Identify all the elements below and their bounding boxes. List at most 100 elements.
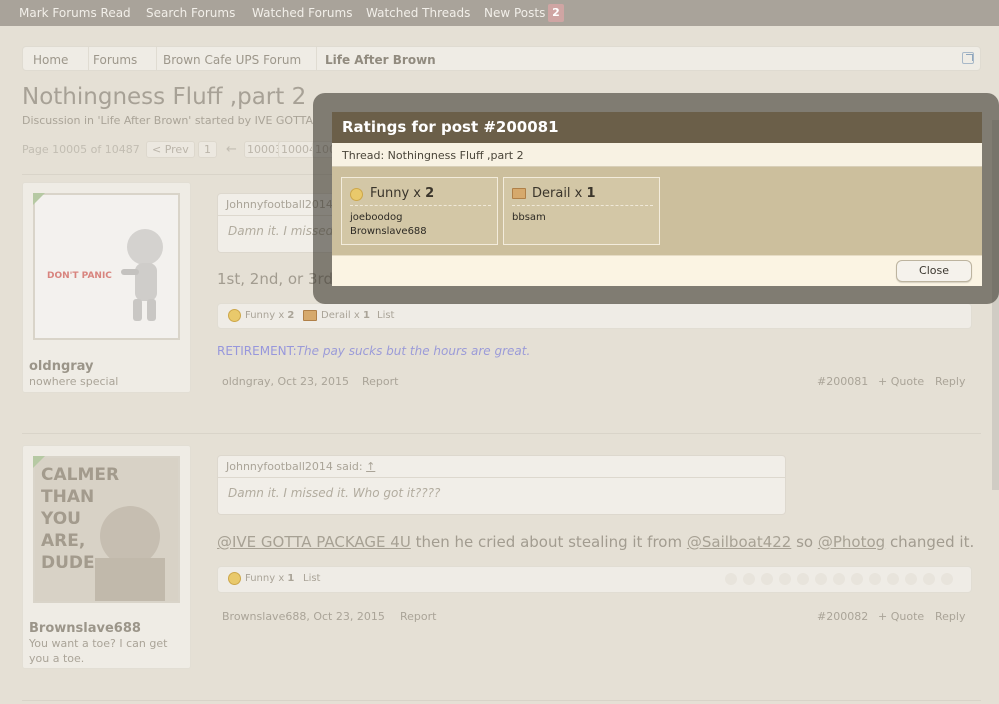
left-arrow-icon[interactable]: ← bbox=[226, 142, 237, 157]
report-link[interactable]: Report bbox=[400, 610, 436, 623]
rate-icon[interactable] bbox=[761, 573, 773, 585]
signature-text: The pay sucks but the hours are great. bbox=[296, 344, 531, 358]
rater-username[interactable]: joeboodog bbox=[350, 212, 402, 223]
post-number-link[interactable]: #200082 bbox=[817, 610, 868, 623]
rating-funny[interactable]: Funny x 1 bbox=[245, 573, 294, 584]
rate-icon[interactable] bbox=[941, 573, 953, 585]
rater-username[interactable]: Brownslave688 bbox=[350, 226, 427, 237]
watched-threads-link[interactable]: Watched Threads bbox=[366, 6, 470, 20]
quote-link[interactable]: + Quote bbox=[878, 375, 924, 388]
funny-icon bbox=[350, 188, 363, 201]
thread-subtitle: Discussion in 'Life After Brown' started… bbox=[22, 114, 313, 127]
rating-funny[interactable]: Funny x 2 bbox=[245, 310, 294, 321]
derail-icon bbox=[512, 188, 526, 199]
prev-page-button[interactable]: < Prev bbox=[146, 141, 195, 158]
quote-link[interactable]: + Quote bbox=[878, 610, 924, 623]
page-1-button[interactable]: 1 bbox=[198, 141, 217, 158]
breadcrumb-separator bbox=[79, 47, 89, 70]
mention-ive-gotta-package[interactable]: @IVE GOTTA PACKAGE 4U bbox=[217, 533, 411, 551]
page-title: Nothingness Fluff ,part 2 bbox=[22, 84, 307, 110]
rate-icon[interactable] bbox=[851, 573, 863, 585]
rate-icon[interactable] bbox=[725, 573, 737, 585]
rate-icon[interactable] bbox=[923, 573, 935, 585]
breadcrumb: Home Forums Brown Cafe UPS Forum Life Af… bbox=[22, 46, 981, 71]
funny-icon[interactable] bbox=[228, 572, 241, 585]
username[interactable]: oldngray bbox=[29, 359, 94, 374]
user-title: You want a toe? I can get you a toe. bbox=[29, 637, 168, 665]
calmer-than-you-avatar-image: CALMER THAN YOU ARE, DUDE bbox=[35, 458, 178, 601]
rate-icon[interactable] bbox=[905, 573, 917, 585]
new-posts-link[interactable]: New Posts bbox=[484, 6, 545, 20]
rate-icon[interactable] bbox=[743, 573, 755, 585]
mention-photog[interactable]: @Photog bbox=[818, 533, 885, 551]
rate-icon[interactable] bbox=[887, 573, 899, 585]
ratings-list-link[interactable]: List bbox=[377, 310, 394, 321]
avatar[interactable]: DON'T PANIC bbox=[33, 193, 180, 340]
svg-text:CALMER: CALMER bbox=[41, 465, 119, 485]
mention-sailboat422[interactable]: @Sailboat422 bbox=[687, 533, 791, 551]
page-label: Page 10005 of 10487 bbox=[22, 143, 140, 156]
svg-text:YOU: YOU bbox=[40, 509, 81, 529]
rating-card-derail: Derail x 1 bbsam bbox=[503, 177, 660, 245]
divider bbox=[22, 700, 981, 701]
breadcrumb-life-after-brown[interactable]: Life After Brown bbox=[325, 53, 436, 67]
post-author-date[interactable]: oldngray, Oct 23, 2015 bbox=[222, 375, 349, 388]
ratings-bar: Funny x 1 List bbox=[217, 566, 972, 593]
top-navigation: Mark Forums Read Search Forums Watched F… bbox=[0, 0, 999, 26]
rate-icon[interactable] bbox=[833, 573, 845, 585]
svg-text:ARE,: ARE, bbox=[41, 531, 85, 551]
user-info-oldngray: DON'T PANIC oldngray nowhere special bbox=[22, 182, 191, 393]
signature: RETIREMENT:The pay sucks but the hours a… bbox=[217, 344, 530, 358]
rater-username[interactable]: bbsam bbox=[512, 212, 546, 223]
dialog-footer: Close bbox=[332, 255, 982, 286]
reply-link[interactable]: Reply bbox=[935, 610, 965, 623]
username[interactable]: Brownslave688 bbox=[29, 621, 141, 636]
online-indicator bbox=[33, 193, 45, 205]
breadcrumb-brown-cafe[interactable]: Brown Cafe UPS Forum bbox=[163, 53, 301, 67]
svg-text:THAN: THAN bbox=[41, 487, 94, 507]
quote-jump-arrow-icon[interactable]: ↑ bbox=[366, 460, 375, 473]
post-number-link[interactable]: #200081 bbox=[817, 375, 868, 388]
rating-card-header: Derail x 1 bbox=[512, 186, 653, 206]
popout-icon[interactable] bbox=[962, 52, 974, 64]
rating-toolbar bbox=[721, 571, 961, 587]
rate-icon[interactable] bbox=[779, 573, 791, 585]
new-posts-badge: 2 bbox=[548, 4, 564, 22]
rating-derail[interactable]: Derail x 1 bbox=[321, 310, 370, 321]
quote-author: Johnnyfootball2014 said: ↑ bbox=[218, 456, 785, 478]
signature-label: RETIREMENT: bbox=[217, 344, 297, 358]
funny-icon[interactable] bbox=[228, 309, 241, 322]
derail-icon[interactable] bbox=[303, 310, 317, 321]
user-info-brownslave688: CALMER THAN YOU ARE, DUDE Brownslave688 … bbox=[22, 445, 191, 669]
divider bbox=[22, 433, 981, 434]
online-indicator bbox=[33, 456, 45, 468]
rate-icon[interactable] bbox=[869, 573, 881, 585]
reply-link[interactable]: Reply bbox=[935, 375, 965, 388]
dialog-title: Ratings for post #200081 bbox=[332, 112, 982, 143]
user-title: nowhere special bbox=[29, 375, 119, 388]
rate-icon[interactable] bbox=[797, 573, 809, 585]
thread-link[interactable]: Nothingness Fluff ,part 2 bbox=[388, 149, 524, 162]
quote-block: Johnnyfootball2014 said: ↑ Damn it. I mi… bbox=[217, 455, 786, 515]
rate-icon[interactable] bbox=[815, 573, 827, 585]
breadcrumb-home[interactable]: Home bbox=[33, 53, 68, 67]
avatar-caption: DON'T PANIC bbox=[47, 271, 112, 281]
breadcrumb-separator bbox=[307, 47, 317, 70]
rating-card-funny: Funny x 2 joeboodog Brownslave688 bbox=[341, 177, 498, 245]
dialog-thread: Thread: Nothingness Fluff ,part 2 bbox=[332, 143, 982, 167]
report-link[interactable]: Report bbox=[362, 375, 398, 388]
search-forums-link[interactable]: Search Forums bbox=[146, 6, 235, 20]
svg-text:DUDE: DUDE bbox=[41, 553, 95, 573]
watched-forums-link[interactable]: Watched Forums bbox=[252, 6, 352, 20]
post-message: @IVE GOTTA PACKAGE 4U then he cried abou… bbox=[217, 533, 975, 551]
close-button[interactable]: Close bbox=[896, 260, 972, 282]
breadcrumb-forums[interactable]: Forums bbox=[93, 53, 137, 67]
post-author-date[interactable]: Brownslave688, Oct 23, 2015 bbox=[222, 610, 385, 623]
ratings-bar: Funny x 2 Derail x 1 List bbox=[217, 303, 972, 329]
ratings-list-link[interactable]: List bbox=[303, 573, 320, 584]
avatar[interactable]: CALMER THAN YOU ARE, DUDE bbox=[33, 456, 180, 603]
rating-card-header: Funny x 2 bbox=[350, 186, 491, 206]
quote-text: Damn it. I missed it. Who got it???? bbox=[228, 486, 441, 500]
dont-panic-avatar-image: DON'T PANIC bbox=[35, 195, 178, 338]
mark-forums-read-link[interactable]: Mark Forums Read bbox=[19, 6, 131, 20]
